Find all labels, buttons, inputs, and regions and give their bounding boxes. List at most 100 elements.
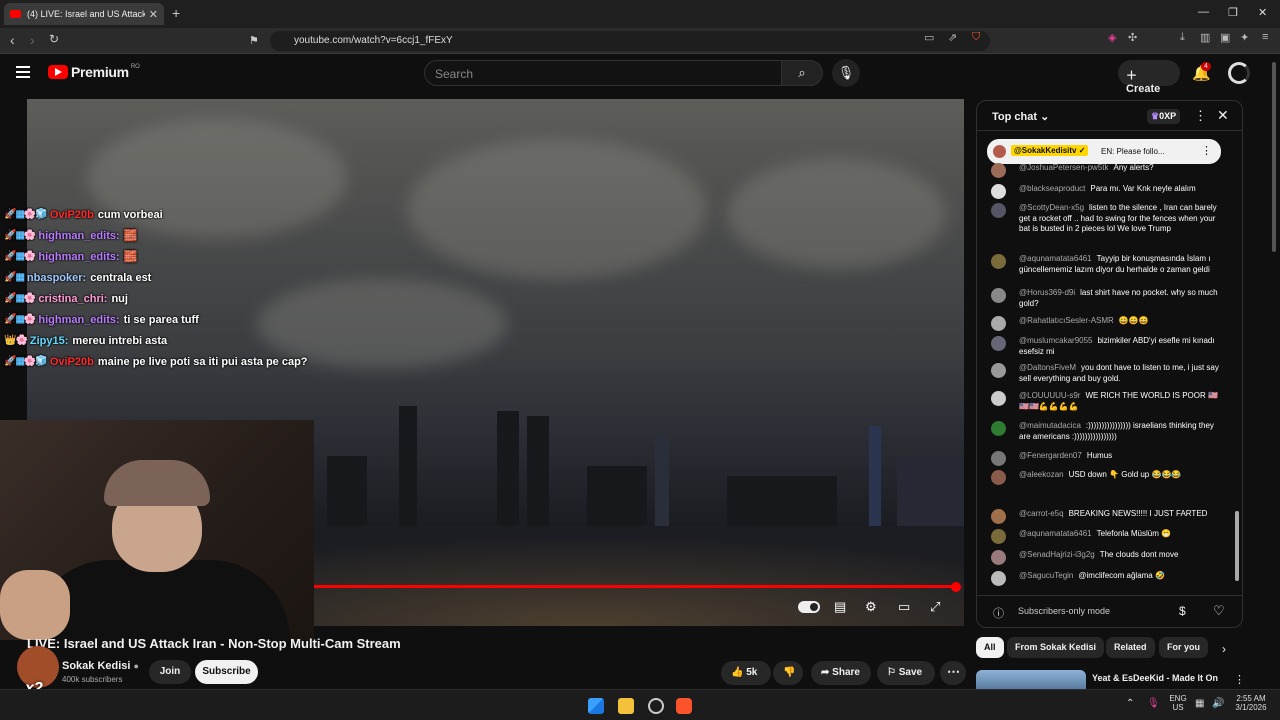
- pinned-message[interactable]: @SokakKedisitv ✓ EN: Please follo... ⋮: [987, 139, 1221, 164]
- share-button[interactable]: ➦ Share: [811, 661, 871, 685]
- chat-message[interactable]: @Fenergarden07 Humus: [991, 451, 1223, 466]
- settings-gear-icon[interactable]: ⚙: [865, 599, 877, 615]
- chat-username[interactable]: @Horus369-d9i: [1019, 288, 1075, 297]
- reload-icon[interactable]: ↻: [49, 32, 59, 46]
- chat-message[interactable]: @carrot-e5q BREAKING NEWS!!!!! I JUST FAR…: [991, 509, 1223, 524]
- new-tab-button[interactable]: +: [172, 5, 180, 21]
- chat-username[interactable]: @aleekozan: [1019, 470, 1064, 479]
- chat-message[interactable]: @Horus369-d9i last shirt have no pocket. …: [991, 288, 1223, 309]
- youtube-logo[interactable]: Premium RO: [48, 64, 140, 80]
- chat-message[interactable]: @blackseaproduct Para mı. Var Knk neyle a…: [991, 184, 1223, 199]
- chat-user-avatar[interactable]: [991, 451, 1006, 466]
- chat-message[interactable]: @JoshuaPetersen-pw5tk Any alerts?: [991, 163, 1223, 178]
- chip-related[interactable]: Related: [1106, 637, 1155, 658]
- video-progress-bar[interactable]: [314, 581, 961, 592]
- chat-username[interactable]: @aqunamatata6461: [1019, 254, 1092, 263]
- like-button[interactable]: 👍 5k: [721, 661, 771, 685]
- channel-name[interactable]: Sokak Kedisi ●: [62, 660, 139, 672]
- chat-username[interactable]: @RahatlatıcıSesler-ASMR: [1019, 316, 1114, 325]
- browser-tab[interactable]: (4) LIVE: Israel and US Attack Iran ✕: [4, 3, 164, 25]
- more-actions-button[interactable]: ⋯: [940, 661, 966, 685]
- downloads-icon[interactable]: ⤓: [1180, 31, 1185, 44]
- chips-next-icon[interactable]: ›: [1222, 642, 1226, 656]
- recommendation-menu-icon[interactable]: ⋮: [1234, 673, 1245, 686]
- chat-username[interactable]: @blackseaproduct: [1019, 184, 1085, 193]
- voice-search-button[interactable]: 🎙: [832, 59, 860, 87]
- info-icon[interactable]: ⓘ: [993, 605, 1004, 621]
- chat-user-avatar[interactable]: [991, 509, 1006, 524]
- subtitles-icon[interactable]: ▤: [834, 599, 846, 615]
- browser-menu-icon[interactable]: ≡: [1262, 31, 1268, 43]
- points-badge[interactable]: ♛0XP: [1147, 109, 1181, 124]
- pinned-menu-icon[interactable]: ⋮: [1201, 144, 1212, 157]
- chat-message[interactable]: @aleekozan USD down 👇 Gold up 😂😂😂: [991, 470, 1223, 485]
- file-explorer-icon[interactable]: [618, 698, 634, 714]
- chat-username[interactable]: @maimutadacica: [1019, 421, 1081, 430]
- recommendation-title[interactable]: Yeat & EsDeeKid - Made It On: [1092, 673, 1218, 683]
- progress-scrubber[interactable]: [951, 581, 961, 592]
- chip-from-channel[interactable]: From Sokak Kedisi: [1007, 637, 1105, 658]
- chat-username[interactable]: @carrot-e5q: [1019, 509, 1064, 518]
- create-button[interactable]: ＋ Create: [1118, 60, 1180, 95]
- chip-all[interactable]: All: [976, 637, 1004, 658]
- chat-user-avatar[interactable]: [991, 550, 1006, 565]
- chat-user-avatar[interactable]: [991, 288, 1006, 303]
- chat-user-avatar[interactable]: [991, 470, 1006, 485]
- chat-user-avatar[interactable]: [991, 184, 1006, 199]
- share-page-icon[interactable]: ⇗: [948, 31, 957, 44]
- volume-icon[interactable]: 🔊: [1212, 698, 1224, 709]
- chat-message[interactable]: @SenadHajrizi-i3g2g The clouds dont move: [991, 550, 1223, 565]
- miniplayer-icon[interactable]: ▭: [898, 599, 910, 615]
- chat-message[interactable]: @SagucuTegin @imclifecom ağlama 🤣: [991, 571, 1223, 586]
- search-input[interactable]: Search: [424, 60, 782, 86]
- chat-user-avatar[interactable]: [991, 163, 1006, 178]
- chat-user-avatar[interactable]: [991, 571, 1006, 586]
- chat-user-avatar[interactable]: [991, 336, 1006, 351]
- chip-for-you[interactable]: For you: [1159, 637, 1208, 658]
- chat-username[interactable]: @LOUUUUU-s9r: [1019, 391, 1080, 400]
- minimize-button[interactable]: —: [1198, 6, 1209, 18]
- forward-icon[interactable]: ›: [30, 32, 35, 48]
- brave-browser-icon[interactable]: [676, 698, 692, 714]
- clock[interactable]: 2:55 AM 3/1/2026: [1228, 694, 1274, 712]
- chat-username[interactable]: @SenadHajrizi-i3g2g: [1019, 550, 1095, 559]
- back-icon[interactable]: ‹: [10, 32, 15, 48]
- save-button[interactable]: ⚐ Save: [877, 661, 935, 685]
- page-scrollbar[interactable]: [1272, 62, 1276, 252]
- tab-close-icon[interactable]: ✕: [149, 8, 158, 21]
- chat-message[interactable]: @DaltonsFiveM you dont have to listen to …: [991, 363, 1223, 384]
- extensions-puzzle-icon[interactable]: ✣: [1128, 31, 1137, 44]
- chat-user-avatar[interactable]: [991, 421, 1006, 436]
- chat-username[interactable]: @ScottyDean-x5g: [1019, 203, 1084, 212]
- chat-message[interactable]: @aqunamatata6461 Telefonla Müslüm 😁: [991, 529, 1223, 544]
- chat-menu-icon[interactable]: ⋮: [1194, 108, 1207, 124]
- chat-message[interactable]: @muslumcakar9055 bizimkiler ABD'yi esefle…: [991, 336, 1223, 357]
- chat-scrollbar[interactable]: [1235, 141, 1239, 581]
- leo-ai-icon[interactable]: ✦: [1240, 31, 1249, 44]
- network-icon[interactable]: ▦: [1195, 698, 1204, 709]
- chat-username[interactable]: @SagucuTegin: [1019, 571, 1073, 580]
- hamburger-menu-icon[interactable]: [16, 66, 30, 78]
- top-chat-dropdown[interactable]: Top chat ⌄: [992, 110, 1049, 123]
- close-chat-icon[interactable]: ✕: [1217, 107, 1229, 124]
- super-chat-icon[interactable]: $: [1179, 604, 1186, 618]
- cast-icon[interactable]: ▭: [924, 31, 934, 44]
- chat-user-avatar[interactable]: [991, 391, 1006, 406]
- extension-icon[interactable]: ◈: [1108, 31, 1116, 44]
- heart-icon[interactable]: ♡: [1213, 603, 1225, 619]
- chat-message[interactable]: @ScottyDean-x5g listen to the silence , I…: [991, 203, 1223, 235]
- autoplay-toggle[interactable]: [798, 601, 820, 613]
- chat-message[interactable]: @RahatlatıcıSesler-ASMR 😀😀😄: [991, 316, 1223, 331]
- fullscreen-icon[interactable]: ⤢: [930, 599, 940, 615]
- chat-user-avatar[interactable]: [991, 254, 1006, 269]
- search-button[interactable]: ⌕: [781, 60, 823, 86]
- chat-username[interactable]: @DaltonsFiveM: [1019, 363, 1076, 372]
- chat-user-avatar[interactable]: [991, 363, 1006, 378]
- chat-username[interactable]: @muslumcakar9055: [1019, 336, 1092, 345]
- chat-username[interactable]: @aqunamatata6461: [1019, 529, 1092, 538]
- chat-user-avatar[interactable]: [991, 316, 1006, 331]
- brave-shield-icon[interactable]: ⛉: [972, 31, 980, 44]
- app-icon[interactable]: [648, 698, 664, 714]
- language-indicator[interactable]: ENG US: [1168, 694, 1188, 712]
- dislike-button[interactable]: 👎: [773, 661, 803, 685]
